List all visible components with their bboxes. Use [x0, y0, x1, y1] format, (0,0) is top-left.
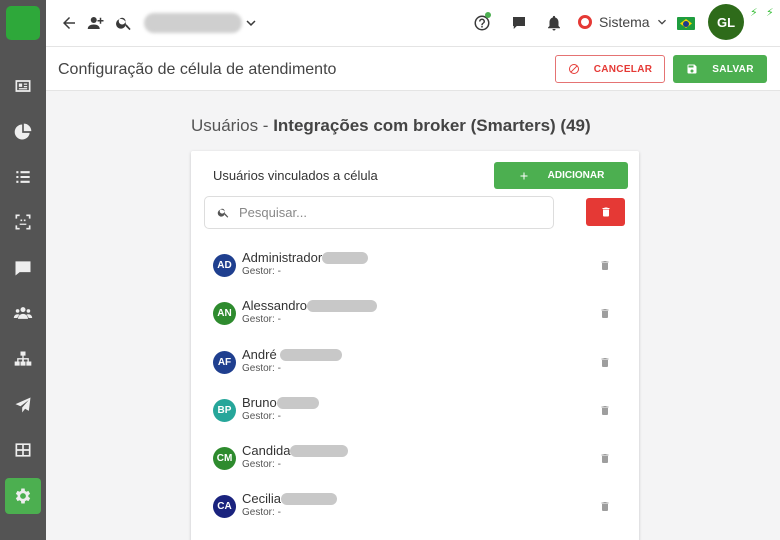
face-scan-icon[interactable] — [8, 207, 38, 237]
trash-icon[interactable] — [599, 356, 611, 369]
chevron-down-icon[interactable] — [242, 14, 260, 32]
search-icon[interactable] — [115, 14, 133, 32]
user-row[interactable]: AN Alessandro Gestor: - — [213, 298, 613, 338]
chevron-down-icon — [657, 19, 666, 25]
user-name: Alessandro — [242, 298, 308, 313]
search-input[interactable] — [239, 205, 539, 220]
user-avatar: CA — [213, 495, 236, 518]
topbar: Sistema GL ⚡ ⚡ — [46, 0, 780, 47]
redacted-surname — [290, 445, 349, 457]
chat-icon[interactable] — [8, 253, 38, 283]
user-name: André — [242, 347, 277, 362]
add-button[interactable]: ADICIONAR — [494, 162, 628, 189]
user-row[interactable]: CM Candida Gestor: - — [213, 443, 613, 483]
user-name: Candida — [242, 443, 291, 458]
page-title: Configuração de célula de atendimento — [58, 61, 337, 78]
cancel-button[interactable]: CANCELAR — [555, 55, 665, 83]
plus-icon — [520, 172, 528, 179]
search-box[interactable] — [204, 196, 554, 229]
user-row[interactable]: BP Bruno Gestor: - — [213, 395, 613, 435]
app-logo[interactable] — [6, 6, 40, 40]
user-row[interactable]: CA Cecilia Gestor: - — [213, 491, 613, 531]
floppy-icon — [687, 64, 697, 74]
user-manager: Gestor: - — [242, 459, 281, 470]
block-icon — [568, 64, 579, 74]
user-name: Cecilia — [242, 491, 282, 506]
cancel-label: CANCELAR — [593, 63, 653, 75]
brazil-flag-icon[interactable] — [677, 17, 695, 30]
user-row[interactable]: AD Administrador Gestor: - — [213, 250, 613, 290]
gear-icon[interactable] — [5, 478, 41, 514]
trash-icon[interactable] — [599, 259, 611, 272]
status-label: Sistema — [599, 14, 650, 30]
add-label: ADICIONAR — [547, 170, 605, 181]
bell-icon[interactable] — [545, 14, 563, 32]
contact-card-icon[interactable] — [8, 71, 38, 101]
trash-icon[interactable] — [599, 307, 611, 320]
user-name: Administrador — [242, 250, 323, 265]
redacted-surname — [279, 349, 342, 361]
plug-icon: ⚡ — [750, 7, 758, 19]
save-button[interactable]: SALVAR — [673, 55, 767, 83]
search-icon — [217, 208, 229, 218]
user-manager: Gestor: - — [242, 411, 281, 422]
redacted-surname — [307, 300, 378, 312]
pie-chart-icon[interactable] — [8, 117, 38, 147]
user-avatar: AF — [213, 351, 236, 374]
card-title: Usuários vinculados a célula — [213, 168, 378, 183]
user-name: Bruno — [242, 395, 277, 410]
user-manager: Gestor: - — [242, 363, 281, 374]
add-user-icon[interactable] — [87, 14, 105, 32]
redacted-surname — [322, 252, 369, 264]
redacted-surname — [281, 493, 338, 505]
user-manager: Gestor: - — [242, 314, 281, 325]
user-manager: Gestor: - — [242, 266, 281, 277]
status-selector[interactable]: Sistema — [578, 14, 670, 30]
help-icon[interactable] — [473, 12, 491, 32]
section-title: Usuários - Integrações com broker (Smart… — [191, 116, 591, 136]
save-label: SALVAR — [712, 63, 754, 75]
user-manager: Gestor: - — [242, 507, 281, 518]
users-card: Usuários vinculados a célula ADICIONAR A… — [191, 151, 639, 540]
lightning-icon: ⚡ — [766, 7, 774, 19]
send-icon[interactable] — [8, 390, 38, 420]
user-avatar: AN — [213, 302, 236, 325]
chat-bubble-icon[interactable] — [510, 14, 528, 32]
status-dot-icon — [578, 15, 592, 29]
trash-icon[interactable] — [599, 500, 611, 513]
back-arrow-icon[interactable] — [60, 14, 78, 32]
trash-icon[interactable] — [599, 452, 611, 465]
user-avatar[interactable]: GL — [708, 4, 744, 40]
section-prefix: Usuários - — [191, 116, 274, 135]
group-name: Integrações com broker (Smarters) (49) — [273, 116, 591, 135]
user-avatar: AD — [213, 254, 236, 277]
help-badge — [485, 12, 491, 18]
trash-icon[interactable] — [599, 404, 611, 417]
redacted-surname — [276, 397, 319, 409]
workspace-selector[interactable] — [144, 13, 242, 33]
user-row[interactable]: AF André Gestor: - — [213, 347, 613, 387]
sidebar — [0, 0, 46, 540]
trash-icon — [602, 207, 609, 217]
user-avatar: CM — [213, 447, 236, 470]
list-icon[interactable] — [8, 162, 38, 192]
page-header: Configuração de célula de atendimento CA… — [46, 47, 780, 91]
network-icon[interactable] — [8, 344, 38, 374]
table-icon[interactable] — [8, 435, 38, 465]
user-avatar: BP — [213, 399, 236, 422]
users-group-icon[interactable] — [8, 298, 38, 328]
delete-selected-button[interactable] — [586, 198, 625, 226]
